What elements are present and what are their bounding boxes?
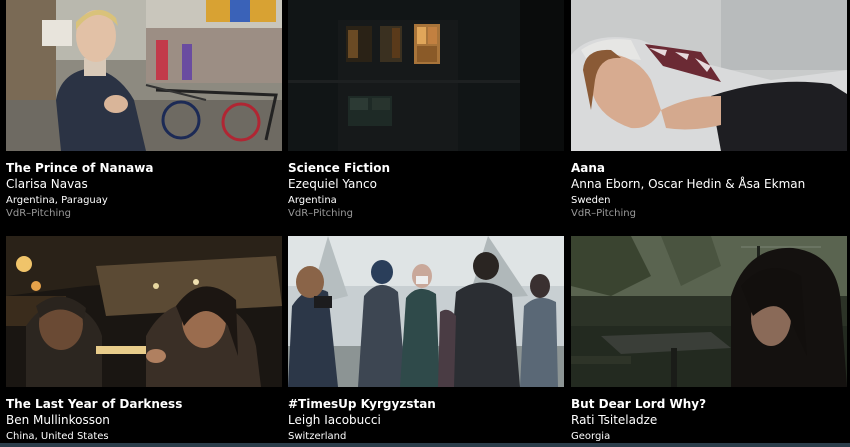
woman-sleeping-image[interactable] — [571, 0, 847, 151]
film-card-prince-of-nanawa[interactable]: The Prince of Nanawa Clarisa Navas Argen… — [6, 0, 282, 220]
film-country: Georgia — [571, 431, 611, 442]
horizontal-scrollbar[interactable] — [0, 443, 850, 447]
film-title[interactable]: #TimesUp Kyrgyzstan — [288, 396, 564, 412]
two-people-in-car-night-image[interactable] — [6, 236, 282, 387]
film-director: Ben Mullinkosson — [6, 413, 110, 427]
film-card-aana[interactable]: Aana Anna Eborn, Oscar Hedin & Åsa Ekman… — [571, 0, 847, 220]
film-card-science-fiction[interactable]: Science Fiction Ezequiel Yanco Argentina… — [288, 0, 564, 220]
film-program: VdR–Pitching — [571, 208, 636, 219]
film-director: Leigh Iacobucci — [288, 413, 381, 427]
film-card-last-year-of-darkness[interactable]: The Last Year of Darkness Ben Mullinkoss… — [6, 236, 282, 443]
film-thumbnail-prince-of-nanawa — [6, 0, 282, 151]
film-program: VdR–Pitching — [6, 208, 71, 219]
film-country: Argentina, Paraguay — [6, 195, 108, 206]
film-program: VdR–Pitching — [288, 208, 353, 219]
film-director: Anna Eborn, Oscar Hedin & Åsa Ekman — [571, 177, 806, 191]
film-country: China, United States — [6, 431, 109, 442]
film-director: Clarisa Navas — [6, 177, 88, 191]
film-card-timesup-kyrgyzstan[interactable]: #TimesUp Kyrgyzstan Leigh Iacobucci Swit… — [288, 236, 564, 443]
film-title[interactable]: But Dear Lord Why? — [571, 396, 847, 412]
boy-with-bicycles-street-image[interactable] — [6, 0, 282, 151]
film-country: Argentina — [288, 195, 337, 206]
crowd-protest-street-image[interactable] — [288, 236, 564, 387]
film-director: Ezequiel Yanco — [288, 177, 377, 191]
woman-in-dark-garden-image[interactable] — [571, 236, 847, 387]
film-title[interactable]: Science Fiction — [288, 160, 564, 176]
film-title[interactable]: The Last Year of Darkness — [6, 396, 282, 412]
film-card-but-dear-lord-why[interactable]: But Dear Lord Why? Rati Tsiteladze Georg… — [571, 236, 847, 443]
film-title[interactable]: The Prince of Nanawa — [6, 160, 282, 176]
film-country: Sweden — [571, 195, 611, 206]
building-windows-at-night-image[interactable] — [288, 0, 564, 151]
film-thumbnail-but-dear-lord-why — [571, 236, 847, 387]
film-director: Rati Tsiteladze — [571, 413, 658, 427]
film-country: Switzerland — [288, 431, 347, 442]
film-thumbnail-last-year-of-darkness — [6, 236, 282, 387]
film-title[interactable]: Aana — [571, 160, 847, 176]
film-thumbnail-timesup-kyrgyzstan — [288, 236, 564, 387]
film-thumbnail-aana — [571, 0, 847, 151]
film-grid: The Prince of Nanawa Clarisa Navas Argen… — [6, 0, 847, 447]
film-thumbnail-science-fiction — [288, 0, 564, 151]
